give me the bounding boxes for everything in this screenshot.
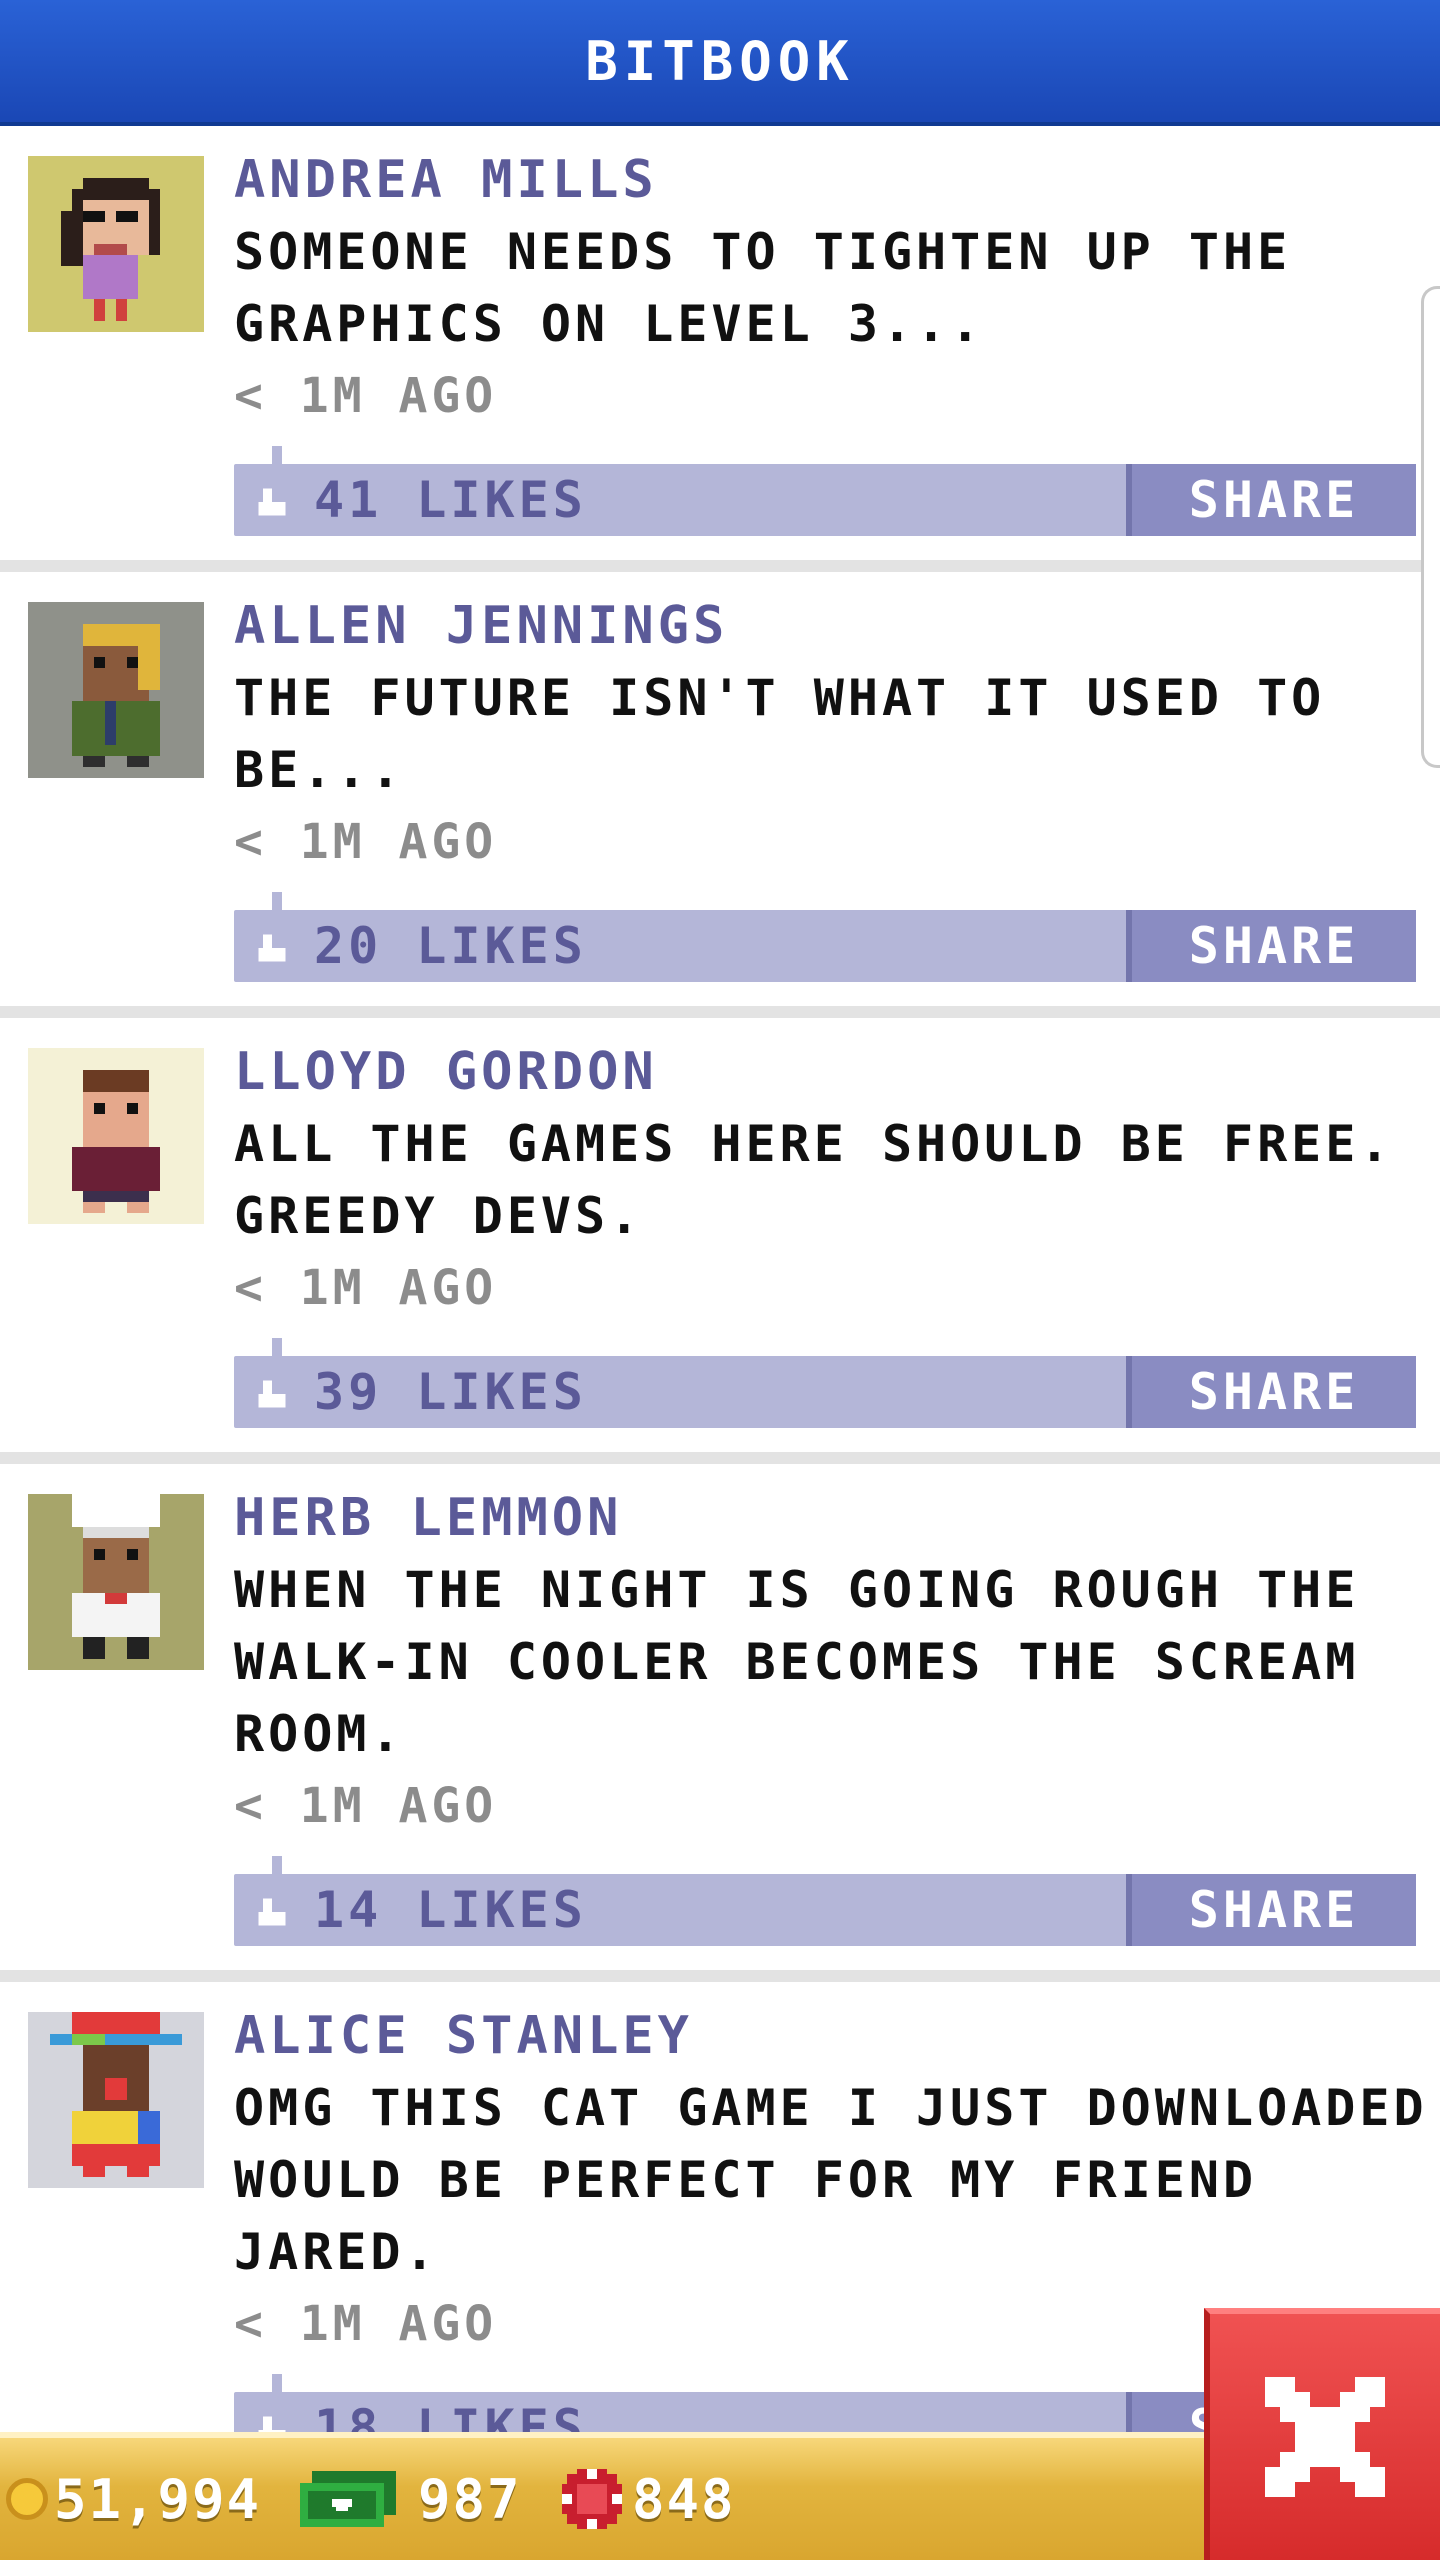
post-message: OMG THIS CAT GAME I JUST DOWNLOADED WOUL… (234, 2079, 1428, 2281)
thumbs-up-icon (258, 1898, 286, 1926)
chip-balance: 848 (562, 2438, 736, 2560)
thumbs-up-icon (258, 934, 286, 962)
post-author[interactable]: ALLEN JENNINGS (234, 590, 1440, 662)
post-message: WHEN THE NIGHT IS GOING ROUGH THE WALK-I… (234, 1561, 1360, 1763)
post-author[interactable]: HERB LEMMON (234, 1482, 1440, 1554)
like-count: 20 LIKES (314, 917, 587, 975)
post-timestamp: < 1M AGO (234, 368, 498, 424)
post-message: ALL THE GAMES HERE SHOULD BE FREE. GREED… (234, 1115, 1394, 1245)
avatar[interactable] (28, 2012, 204, 2188)
post-card: ANDREA MILLS SOMEONE NEEDS TO TIGHTEN UP… (0, 126, 1440, 572)
coin-count: 51,994 (54, 2467, 262, 2531)
coin-balance: 51,994 (6, 2438, 261, 2560)
coin-icon (6, 2478, 48, 2520)
close-button[interactable] (1204, 2308, 1440, 2560)
share-button[interactable]: SHARE (1126, 910, 1416, 982)
post-author[interactable]: ANDREA MILLS (234, 144, 1440, 216)
like-bar[interactable]: 14 LIKES SHARE (234, 1856, 1416, 1946)
post-card: HERB LEMMON WHEN THE NIGHT IS GOING ROUG… (0, 1464, 1440, 1982)
post-author[interactable]: ALICE STANLEY (234, 2000, 1440, 2072)
feed-list[interactable]: ANDREA MILLS SOMEONE NEEDS TO TIGHTEN UP… (0, 126, 1440, 2500)
chip-icon (562, 2469, 622, 2529)
avatar[interactable] (28, 1048, 204, 1224)
post-timestamp: < 1M AGO (234, 1778, 498, 1834)
thumbs-up-icon (258, 1380, 286, 1408)
like-count: 41 LIKES (314, 471, 587, 529)
post-timestamp: < 1M AGO (234, 1260, 498, 1316)
post-card: LLOYD GORDON ALL THE GAMES HERE SHOULD B… (0, 1018, 1440, 1464)
scroll-handle[interactable] (1421, 286, 1440, 768)
post-timestamp: < 1M AGO (234, 814, 498, 870)
avatar[interactable] (28, 1494, 204, 1670)
cash-count: 987 (418, 2467, 522, 2531)
share-button[interactable]: SHARE (1126, 1356, 1416, 1428)
like-count: 39 LIKES (314, 1363, 587, 1421)
post-author[interactable]: LLOYD GORDON (234, 1036, 1440, 1108)
share-button[interactable]: SHARE (1126, 1874, 1416, 1946)
like-bar[interactable]: 20 LIKES SHARE (234, 892, 1416, 982)
close-icon (1265, 2377, 1385, 2497)
avatar[interactable] (28, 602, 204, 778)
cash-icon (300, 2471, 396, 2527)
thumbs-up-icon (258, 488, 286, 516)
like-bar[interactable]: 41 LIKES SHARE (234, 446, 1416, 536)
share-button[interactable]: SHARE (1126, 464, 1416, 536)
chip-count: 848 (632, 2467, 736, 2531)
like-count: 14 LIKES (314, 1881, 587, 1939)
app-header: BITBOOK (0, 0, 1440, 126)
app-title: BITBOOK (585, 29, 855, 93)
post-message: SOMEONE NEEDS TO TIGHTEN UP THE GRAPHICS… (234, 223, 1292, 353)
post-message: THE FUTURE ISN'T WHAT IT USED TO BE... (234, 669, 1326, 799)
post-card: ALLEN JENNINGS THE FUTURE ISN'T WHAT IT … (0, 572, 1440, 1018)
cash-balance: 987 (300, 2438, 522, 2560)
avatar[interactable] (28, 156, 204, 332)
like-bar[interactable]: 39 LIKES SHARE (234, 1338, 1416, 1428)
